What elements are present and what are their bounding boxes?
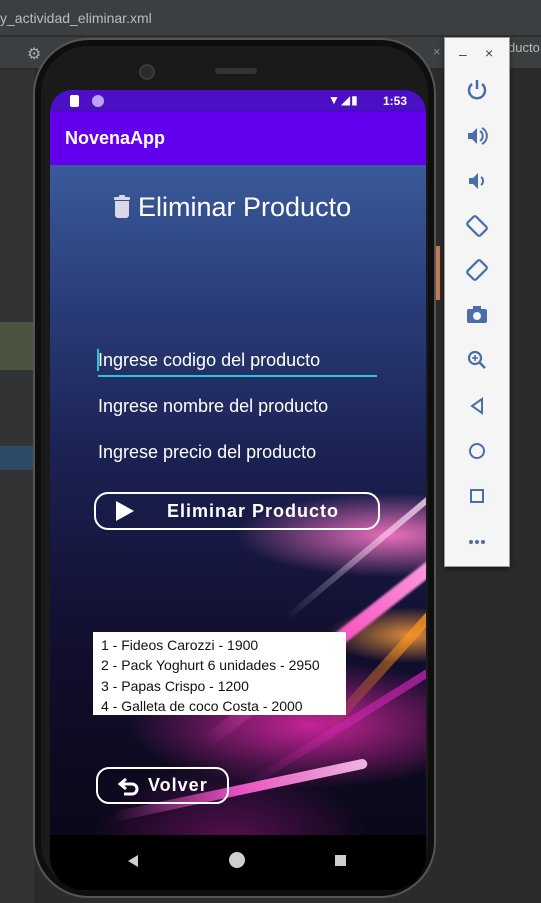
volver-button[interactable]: Volver: [96, 767, 229, 804]
camera-icon[interactable]: [463, 301, 491, 329]
page-title: Eliminar Producto: [112, 192, 351, 223]
signal-battery-icons: ▼◢▮: [328, 93, 359, 107]
undo-icon: [118, 776, 139, 796]
volver-button-label: Volver: [148, 775, 208, 795]
close-icon[interactable]: ×: [433, 44, 441, 59]
ide-highlight-strip: [0, 322, 34, 370]
rotate-right-icon[interactable]: [463, 256, 491, 284]
ide-scroll-marker: [436, 246, 440, 300]
phone-frame: ▼◢▮ 1:53 NovenaApp Eliminar Producto Ing…: [33, 38, 436, 898]
ide-file-tab[interactable]: y_actividad_eliminar.xml: [0, 10, 152, 26]
ide-right-tab[interactable]: ducto: [508, 40, 540, 55]
list-item[interactable]: 3 - Papas Crispo - 1200: [101, 676, 346, 696]
codigo-input[interactable]: Ingrese codigo del producto: [97, 343, 377, 377]
list-item[interactable]: 1 - Fideos Carozzi - 1900: [101, 635, 346, 655]
navigation-bar: [50, 835, 426, 890]
list-item[interactable]: 4 - Galleta de coco Costa - 2000: [101, 696, 346, 716]
speaker-grille: [215, 68, 257, 74]
precio-input[interactable]: Ingrese precio del producto: [98, 435, 377, 469]
status-bar: ▼◢▮ 1:53: [50, 90, 426, 112]
product-list[interactable]: 1 - Fideos Carozzi - 1900 2 - Pack Yoghu…: [93, 632, 346, 715]
ide-left-panel: [0, 70, 34, 903]
volume-down-icon[interactable]: [463, 167, 491, 195]
play-icon: [116, 501, 134, 521]
zoom-icon[interactable]: [463, 346, 491, 374]
notification-icon: [92, 95, 104, 107]
rotate-left-icon[interactable]: [463, 212, 491, 240]
more-icon[interactable]: [463, 527, 491, 555]
phone-screen: ▼◢▮ 1:53 NovenaApp Eliminar Producto Ing…: [50, 90, 426, 890]
recents-icon[interactable]: [335, 855, 346, 866]
ide-selection-strip: [0, 446, 34, 470]
app-title: NovenaApp: [65, 128, 166, 148]
nombre-input[interactable]: Ingrese nombre del producto: [98, 389, 377, 423]
back-icon[interactable]: [128, 855, 138, 867]
overview-icon[interactable]: [463, 482, 491, 510]
ide-title-bar: y_actividad_eliminar.xml: [0, 0, 541, 36]
close-button[interactable]: ×: [485, 45, 493, 61]
eliminar-button[interactable]: Eliminar Producto: [94, 492, 380, 530]
camera-lens: [139, 64, 155, 80]
power-icon[interactable]: [463, 76, 491, 104]
activity-content: Eliminar Producto Ingrese codigo del pro…: [50, 165, 426, 835]
volume-up-icon[interactable]: [463, 122, 491, 150]
minimize-button[interactable]: –: [459, 46, 467, 62]
trash-icon: [112, 194, 132, 221]
back-icon[interactable]: [463, 392, 491, 420]
sim-icon: [70, 95, 79, 107]
home-icon[interactable]: [229, 852, 245, 868]
status-time: 1:53: [383, 94, 408, 108]
home-icon[interactable]: [463, 437, 491, 465]
eliminar-button-label: Eliminar Producto: [167, 500, 340, 521]
page-title-text: Eliminar Producto: [138, 192, 352, 222]
app-bar: NovenaApp: [50, 112, 426, 165]
list-item[interactable]: 2 - Pack Yoghurt 6 unidades - 2950: [101, 655, 346, 675]
gear-icon[interactable]: ⚙: [27, 44, 41, 64]
emulator-toolbar: – ×: [444, 37, 510, 567]
